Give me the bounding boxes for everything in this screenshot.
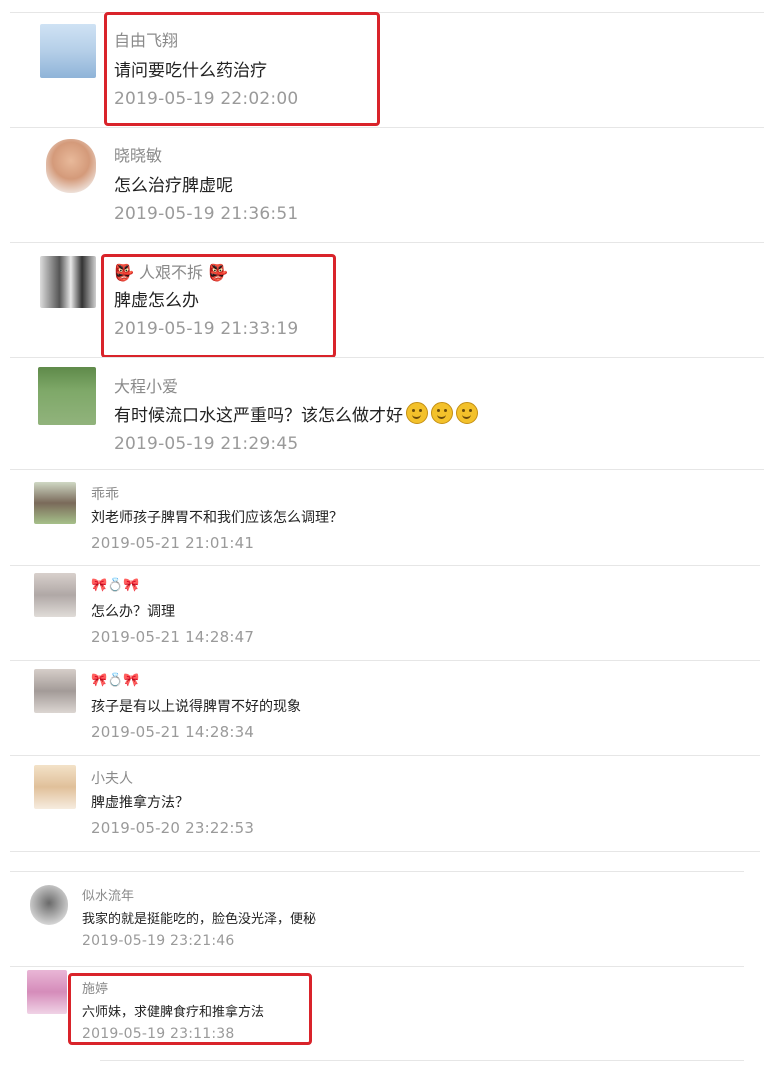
highlight-box [104,12,380,126]
comment-text: 刘老师孩子脾胃不和我们应该怎么调理？ [91,510,343,526]
comment-author[interactable]: 小夫人 [91,768,133,788]
comment-text: 孩子是有以上说得脾胃不好的现象 [91,699,301,715]
comment-section-a: 自由飞翔 请问要吃什么药治疗 2019-05-19 22:02:00 晓晓敏 怎… [0,0,774,470]
avatar[interactable] [34,482,76,524]
avatar[interactable] [40,24,96,78]
comment-item: 大程小爱 有时候流口水这严重吗？该怎么做才好 2019-05-19 21:29:… [0,357,774,469]
comment-author[interactable]: 乖乖 [91,484,119,504]
smile-emoji-icon [431,402,453,424]
smile-emoji-icon [456,402,478,424]
comment-author[interactable]: 似水流年 [82,885,134,904]
comment-author[interactable]: 🎀💍🎀 [91,673,140,688]
comment-item: 小夫人 脾虚推拿方法？ 2019-05-20 23:22:53 [0,755,774,850]
comment-item: 🎀💍🎀 孩子是有以上说得脾胃不好的现象 2019-05-21 14:28:34 [0,660,774,755]
comment-section-c: 似水流年 我家的就是挺能吃的，脸色没光泽，便秘 2019-05-19 23:21… [0,855,774,1075]
comment-item: 晓晓敏 怎么治疗脾虚呢 2019-05-19 21:36:51 [0,127,774,242]
avatar[interactable] [40,256,96,308]
avatar[interactable] [46,139,96,193]
comment-time: 2019-05-19 23:21:46 [82,933,235,949]
avatar[interactable] [30,885,68,925]
divider [100,1060,744,1061]
highlight-box [101,254,336,358]
comment-author[interactable]: 晓晓敏 [114,142,162,166]
avatar[interactable] [38,367,96,425]
comment-time: 2019-05-19 21:29:45 [114,434,299,454]
divider [10,851,760,852]
comment-text: 脾虚推拿方法？ [91,795,189,811]
comment-time: 2019-05-21 14:28:47 [91,628,255,646]
comment-text-body: 有时候流口水这严重吗？该怎么做才好 [114,406,403,426]
comment-time: 2019-05-21 14:28:34 [91,723,255,741]
avatar[interactable] [34,573,76,617]
avatar[interactable] [34,765,76,809]
comment-text: 怎么办？调理 [91,604,175,620]
comment-item: 🎀💍🎀 怎么办？调理 2019-05-21 14:28:47 [0,565,774,660]
comment-text: 我家的就是挺能吃的，脸色没光泽，便秘 [82,912,317,927]
comment-text: 怎么治疗脾虚呢 [114,176,233,196]
comment-author[interactable]: 大程小爱 [114,373,178,397]
comment-item: 似水流年 我家的就是挺能吃的，脸色没光泽，便秘 2019-05-19 23:21… [0,871,774,966]
comment-time: 2019-05-21 21:01:41 [91,534,255,552]
comment-item: 乖乖 刘老师孩子脾胃不和我们应该怎么调理？ 2019-05-21 21:01:4… [0,470,774,565]
comment-time: 2019-05-20 23:22:53 [91,819,255,837]
avatar[interactable] [34,669,76,713]
comment-author[interactable]: 🎀💍🎀 [91,578,140,593]
avatar[interactable] [27,970,67,1014]
comment-section-b: 乖乖 刘老师孩子脾胃不和我们应该怎么调理？ 2019-05-21 21:01:4… [0,470,774,855]
comment-time: 2019-05-19 21:36:51 [114,204,299,224]
highlight-box [68,973,312,1045]
comment-text: 有时候流口水这严重吗？该怎么做才好 [114,401,478,426]
smile-emoji-icon [406,402,428,424]
